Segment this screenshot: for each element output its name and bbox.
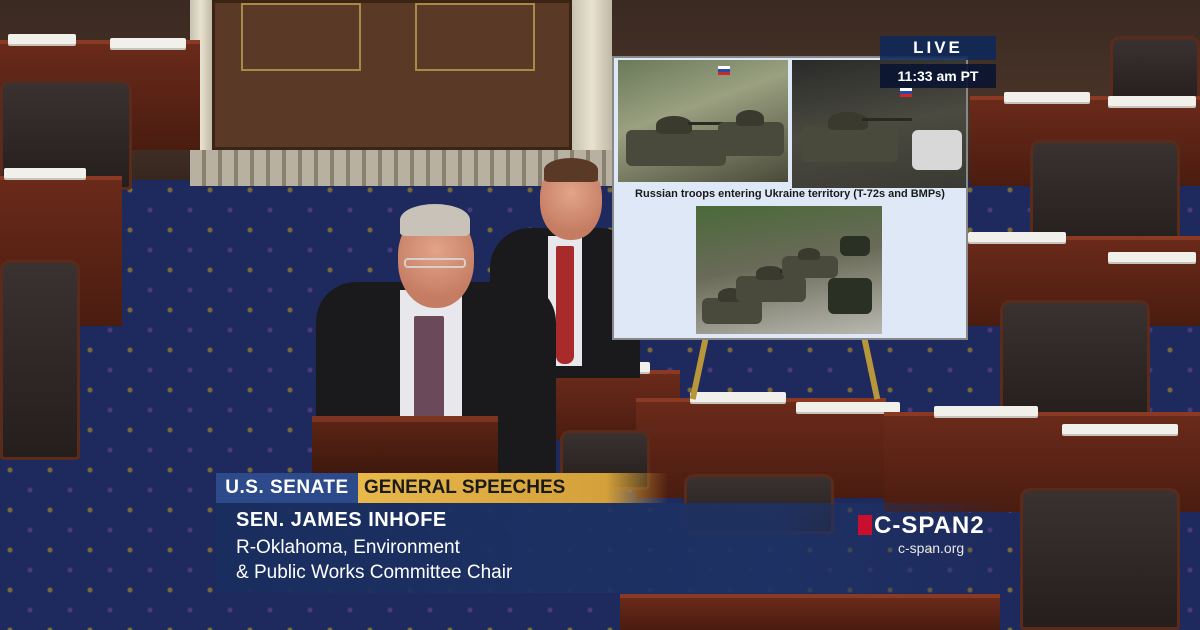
papers bbox=[1062, 424, 1178, 434]
papers bbox=[1108, 96, 1196, 106]
live-label: LIVE bbox=[880, 36, 996, 60]
papers bbox=[1004, 92, 1090, 102]
photo-poster: Russian troops entering Ukraine territor… bbox=[612, 56, 968, 340]
poster-photo-convoy bbox=[696, 206, 882, 334]
senate-desk bbox=[620, 594, 1000, 630]
speaker-affiliation: R-Oklahoma, Environment bbox=[236, 537, 460, 558]
chamber-tag: U.S. SENATE bbox=[216, 473, 358, 503]
papers bbox=[934, 406, 1038, 416]
papers bbox=[110, 38, 186, 48]
speaker-name: SEN. JAMES INHOFE bbox=[236, 509, 447, 531]
network-url: c-span.org bbox=[898, 540, 965, 556]
russian-flag-icon bbox=[718, 66, 730, 75]
papers bbox=[4, 168, 86, 178]
papers bbox=[796, 402, 900, 412]
program-tag: GENERAL SPEECHES bbox=[358, 473, 668, 503]
chamber-door bbox=[212, 0, 572, 150]
pillar bbox=[572, 0, 612, 150]
eyeglasses bbox=[404, 258, 466, 268]
papers bbox=[968, 232, 1066, 242]
broadcast-time: 11:33 am PT bbox=[880, 64, 996, 88]
poster-photo-armored-vehicles bbox=[618, 60, 788, 182]
senate-chair bbox=[1020, 488, 1180, 630]
papers bbox=[690, 392, 786, 402]
cspan2-logo: C-SPAN2 bbox=[858, 512, 985, 540]
poster-caption: Russian troops entering Ukraine territor… bbox=[635, 188, 945, 200]
broadcast-frame: Russian troops entering Ukraine territor… bbox=[0, 0, 1200, 630]
cspan-logo-text: C-SPAN2 bbox=[874, 512, 985, 539]
senate-chair bbox=[0, 260, 80, 460]
speaker-committee: & Public Works Committee Chair bbox=[236, 562, 513, 583]
cspan-logo-icon bbox=[858, 515, 872, 535]
senate-chair bbox=[1000, 300, 1150, 420]
live-indicator: LIVE 11:33 am PT bbox=[880, 36, 996, 92]
papers bbox=[8, 34, 76, 44]
papers bbox=[1108, 252, 1196, 262]
